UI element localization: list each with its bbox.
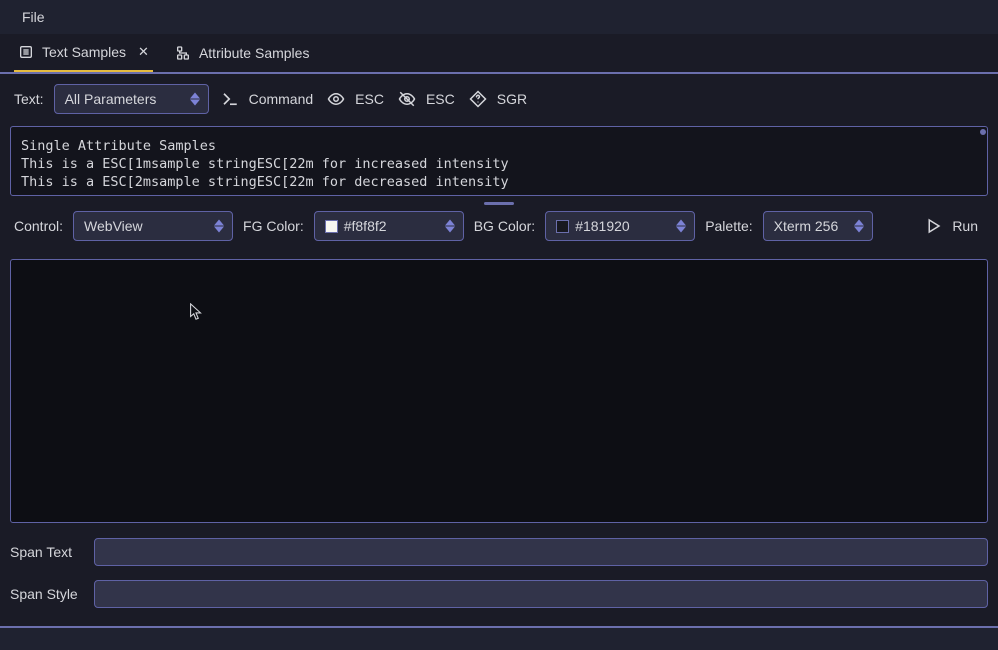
span-style-label: Span Style: [10, 586, 80, 602]
fg-color-value: #f8f8f2: [344, 218, 387, 234]
text-toolbar: Text: All Parameters Command ESC ESC: [0, 72, 998, 124]
tab-attribute-samples[interactable]: Attribute Samples: [171, 34, 314, 71]
terminal-prompt-icon: [221, 90, 239, 108]
list-icon: [18, 44, 34, 60]
bg-color-label: BG Color:: [474, 218, 535, 234]
spinner-arrows-icon: [676, 217, 686, 235]
span-text-row: Span Text: [0, 531, 998, 573]
code-line: Single Attribute Samples: [21, 138, 216, 154]
bg-color-select[interactable]: #181920: [545, 211, 695, 241]
subtasks-icon: [175, 45, 191, 61]
tab-bar: Text Samples ✕ Attribute Samples: [0, 34, 998, 72]
control-select[interactable]: WebView: [73, 211, 233, 241]
palette-select-value: Xterm 256: [774, 218, 839, 234]
text-label: Text:: [14, 91, 44, 107]
status-bar: [0, 626, 998, 650]
span-style-input[interactable]: [94, 580, 988, 608]
spinner-arrows-icon: [190, 90, 200, 108]
close-icon[interactable]: ✕: [138, 44, 149, 60]
spinner-arrows-icon: [214, 217, 224, 235]
span-style-row: Span Style: [0, 573, 998, 615]
sgr-label: SGR: [497, 91, 527, 107]
eye-off-icon: [398, 90, 416, 108]
code-line: This is a ESC[2msample stringESC[22m for…: [21, 174, 509, 190]
control-label: Control:: [14, 218, 63, 234]
tab-label: Attribute Samples: [199, 45, 310, 61]
splitter-handle[interactable]: [484, 202, 514, 205]
span-text-label: Span Text: [10, 544, 80, 560]
fg-color-swatch: [325, 220, 338, 233]
tab-label: Text Samples: [42, 44, 126, 60]
esc-visible-label: ESC: [355, 91, 384, 107]
command-button[interactable]: Command: [219, 86, 316, 112]
esc-visible-button[interactable]: ESC: [325, 86, 386, 112]
text-select-value: All Parameters: [65, 91, 157, 107]
spinner-arrows-icon: [445, 217, 455, 235]
diamond-help-icon: [469, 90, 487, 108]
spinner-arrows-icon: [854, 217, 864, 235]
tab-text-samples[interactable]: Text Samples ✕: [14, 35, 153, 72]
bg-color-value: #181920: [575, 218, 630, 234]
palette-select[interactable]: Xterm 256: [763, 211, 873, 241]
eye-icon: [327, 90, 345, 108]
fg-color-select[interactable]: #f8f8f2: [314, 211, 464, 241]
control-select-value: WebView: [84, 218, 143, 234]
sgr-button[interactable]: SGR: [467, 86, 529, 112]
fg-color-label: FG Color:: [243, 218, 304, 234]
command-label: Command: [249, 91, 314, 107]
run-label: Run: [952, 218, 978, 234]
esc-hidden-button[interactable]: ESC: [396, 86, 457, 112]
bg-color-swatch: [556, 220, 569, 233]
palette-label: Palette:: [705, 218, 752, 234]
cursor-pointer-icon: [189, 303, 203, 321]
menubar: File: [0, 0, 998, 34]
control-toolbar: Control: WebView FG Color: #f8f8f2 BG Co…: [0, 207, 998, 251]
play-icon: [924, 217, 942, 235]
esc-hidden-label: ESC: [426, 91, 455, 107]
code-line: This is a ESC[1msample stringESC[22m for…: [21, 156, 509, 172]
code-editor[interactable]: Single Attribute Samples This is a ESC[1…: [10, 126, 988, 196]
span-text-input[interactable]: [94, 538, 988, 566]
preview-panel[interactable]: [10, 259, 988, 523]
menu-file[interactable]: File: [14, 5, 53, 29]
text-select[interactable]: All Parameters: [54, 84, 209, 114]
run-button[interactable]: Run: [922, 213, 980, 239]
